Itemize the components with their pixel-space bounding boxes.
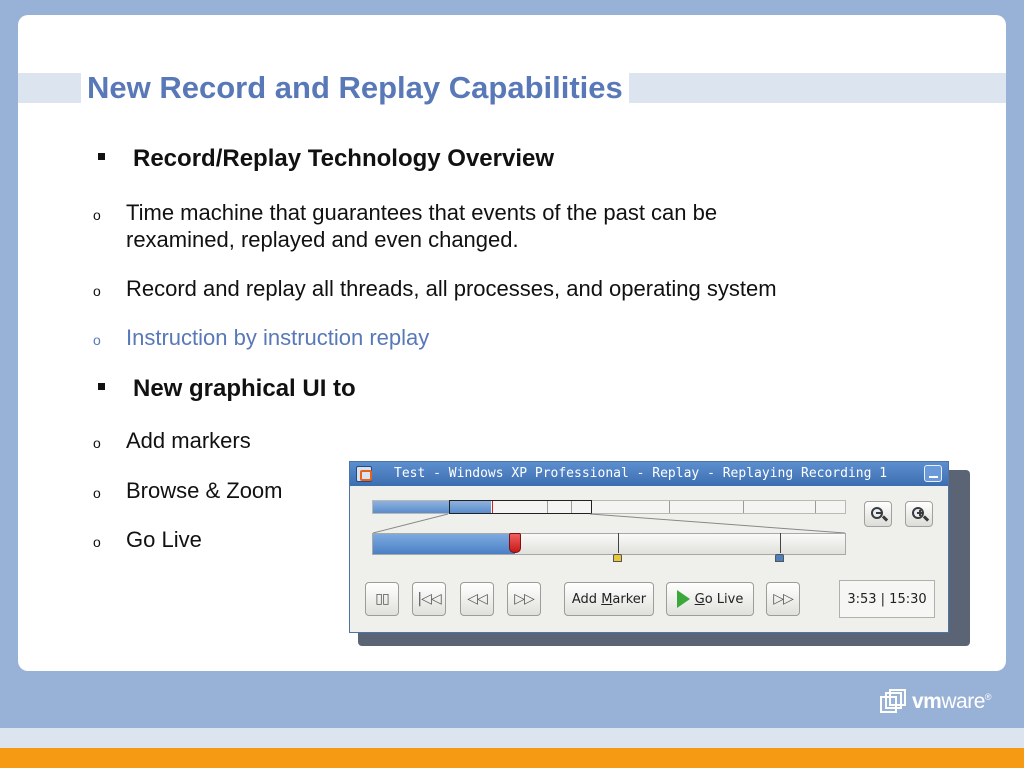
bottom-stripe bbox=[0, 728, 1024, 748]
circle-bullet-icon: o bbox=[93, 207, 101, 223]
step-forward-button[interactable]: ▷▷ bbox=[507, 582, 541, 616]
forward-icon: ▷▷ bbox=[514, 591, 535, 607]
fast-forward-button[interactable]: ▷▷ bbox=[766, 582, 800, 616]
minimize-button[interactable] bbox=[924, 465, 942, 482]
add-marker-label: Add Marker bbox=[571, 591, 647, 607]
played-fill bbox=[373, 534, 515, 554]
replay-timeline[interactable] bbox=[372, 533, 846, 555]
play-icon bbox=[676, 590, 690, 608]
timeline-marker[interactable] bbox=[613, 554, 622, 562]
zoom-window-handle[interactable] bbox=[449, 500, 592, 514]
rewind-icon: ◁◁ bbox=[467, 591, 488, 607]
vmware-logo-icon bbox=[880, 689, 906, 715]
circle-bullet-icon: o bbox=[93, 534, 101, 550]
zoom-in-button[interactable] bbox=[905, 501, 933, 527]
add-marker-button[interactable]: Add Marker bbox=[564, 582, 654, 616]
slide-title: New Record and Replay Capabilities bbox=[87, 70, 623, 105]
circle-bullet-icon: o bbox=[93, 435, 101, 451]
playhead-handle[interactable] bbox=[509, 533, 521, 553]
window-titlebar[interactable]: Test - Windows XP Professional - Replay … bbox=[350, 462, 948, 486]
replay-window: Test - Windows XP Professional - Replay … bbox=[349, 461, 949, 633]
fast-forward-icon: ▷▷ bbox=[773, 591, 794, 607]
overview-tick bbox=[815, 501, 816, 513]
circle-bullet-icon: o bbox=[93, 332, 101, 348]
circle-bullet-icon: o bbox=[93, 283, 101, 299]
overview-timeline[interactable] bbox=[372, 500, 846, 514]
square-bullet-icon bbox=[98, 383, 105, 390]
app-icon[interactable] bbox=[356, 466, 372, 482]
bottom-accent-stripe bbox=[0, 748, 1024, 768]
skip-back-icon: |◁◁ bbox=[417, 591, 441, 607]
go-live-label: Go Live bbox=[694, 591, 744, 607]
title-box: New Record and Replay Capabilities bbox=[81, 70, 629, 106]
timeline-marker-pin bbox=[618, 533, 619, 553]
overview-tick bbox=[743, 501, 744, 513]
window-title: Test - Windows XP Professional - Replay … bbox=[394, 466, 888, 481]
circle-bullet-icon: o bbox=[93, 485, 101, 501]
rewind-to-start-button[interactable]: |◁◁ bbox=[412, 582, 446, 616]
vmware-logo-text: vmware® bbox=[912, 690, 992, 713]
timeline-marker-pin bbox=[780, 533, 781, 553]
go-live-button[interactable]: Go Live bbox=[666, 582, 754, 616]
zoom-out-button[interactable] bbox=[864, 501, 892, 527]
pause-button[interactable]: ▯▯ bbox=[365, 582, 399, 616]
overview-tick bbox=[669, 501, 670, 513]
square-bullet-icon bbox=[98, 153, 105, 160]
rewind-button[interactable]: ◁◁ bbox=[460, 582, 494, 616]
vmware-logo: vmware® bbox=[880, 687, 1000, 717]
time-display: 3:53 | 15:30 bbox=[839, 580, 935, 618]
timeline-marker[interactable] bbox=[775, 554, 784, 562]
pause-icon: ▯▯ bbox=[375, 591, 389, 607]
